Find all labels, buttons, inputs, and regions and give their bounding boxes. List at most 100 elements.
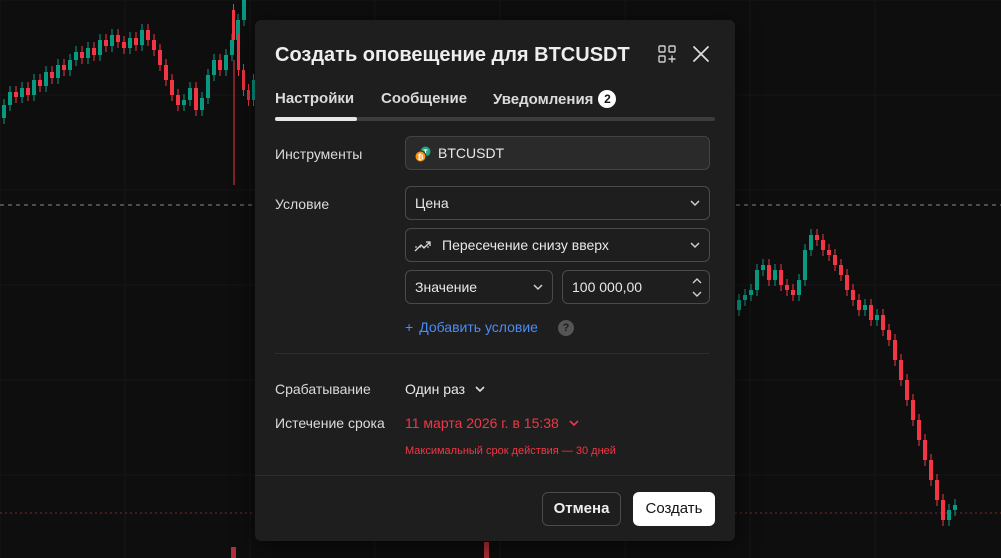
condition-value-type-select[interactable]: Значение: [405, 270, 553, 304]
add-to-layout-icon[interactable]: [655, 42, 679, 66]
dialog-title: Создать оповещение для BTCUSDT: [275, 44, 630, 66]
candle-body: [14, 92, 18, 97]
candle-body: [170, 80, 174, 95]
decrement-icon[interactable]: [691, 289, 703, 299]
condition-value-input[interactable]: 100 000,00: [562, 270, 710, 304]
candle-body: [917, 420, 921, 440]
candle-body: [26, 88, 30, 95]
candle-body: [80, 52, 84, 58]
candle-body: [212, 60, 216, 75]
candle-body: [839, 265, 843, 275]
tab-notifications[interactable]: Уведомления 2: [493, 90, 617, 108]
tab-notifications-label: Уведомления: [493, 91, 594, 108]
candle-body: [923, 440, 927, 460]
add-condition-link[interactable]: + Добавить условие: [405, 319, 538, 335]
bitcoin-tether-pair-icon: ₿: [414, 145, 432, 163]
candle-body: [875, 315, 879, 320]
chevron-down-icon: [533, 284, 543, 291]
candle-body: [857, 300, 861, 310]
candle-body: [62, 65, 66, 70]
candle-body: [827, 250, 831, 255]
candle-body: [749, 290, 753, 295]
candle-body: [32, 80, 36, 95]
candle-body: [785, 285, 789, 290]
condition-label: Условие: [275, 196, 330, 212]
condition-source-select[interactable]: Цена: [405, 186, 710, 220]
candle-body: [182, 100, 186, 105]
candle-body: [104, 40, 108, 46]
candle-body: [8, 92, 12, 105]
increment-icon[interactable]: [691, 276, 703, 286]
candle-body: [773, 270, 777, 280]
trigger-select[interactable]: Один раз: [405, 381, 486, 397]
expiration-select[interactable]: 11 марта 2026 г. в 15:38: [405, 415, 580, 431]
chevron-down-icon: [475, 386, 485, 393]
condition-value: 100 000,00: [572, 279, 643, 295]
candle-body: [158, 50, 162, 65]
tab-message[interactable]: Сообщение: [381, 90, 467, 107]
expiration-warning: Максимальный срок действия — 30 дней: [405, 445, 616, 457]
volume-bar: [484, 542, 489, 558]
chevron-down-icon: [690, 200, 700, 207]
candle-body: [237, 40, 240, 70]
active-tab-indicator: [275, 117, 357, 121]
candle-body: [140, 30, 144, 45]
candle-body: [887, 330, 891, 340]
candle-body: [803, 250, 807, 280]
add-condition-label: Добавить условие: [419, 319, 538, 335]
help-icon[interactable]: ?: [558, 320, 574, 336]
condition-value-type: Значение: [415, 279, 478, 295]
create-alert-dialog: Создать оповещение для BTCUSDT Настройки…: [255, 20, 735, 541]
candle-body: [929, 460, 933, 480]
candle-body: [779, 270, 783, 285]
candle-body: [845, 275, 849, 290]
candle-body: [200, 98, 204, 110]
candle-body: [821, 240, 825, 250]
crossing-up-icon: [414, 237, 432, 255]
candle-body: [188, 88, 192, 100]
candle-body: [247, 90, 250, 100]
close-icon[interactable]: [689, 42, 713, 66]
tab-settings[interactable]: Настройки: [275, 90, 354, 107]
candle-body: [941, 500, 945, 520]
svg-text:₿: ₿: [417, 152, 423, 161]
condition-operator-value: Пересечение снизу вверх: [442, 237, 609, 253]
candle-body: [953, 505, 957, 510]
notifications-count-badge: 2: [598, 90, 617, 108]
candle-body: [242, 0, 246, 20]
trigger-label: Срабатывание: [275, 381, 371, 397]
plus-icon: +: [405, 319, 414, 335]
candle-body: [815, 235, 819, 240]
candle-body: [218, 60, 222, 70]
candle-body: [242, 70, 245, 90]
candle-body: [893, 340, 897, 360]
candle-body: [863, 305, 867, 310]
candle-body: [206, 75, 210, 98]
volume-bar: [231, 547, 236, 558]
candle-body: [146, 30, 150, 40]
candle-body: [74, 52, 78, 60]
expiration-label: Истечение срока: [275, 415, 385, 431]
candle-body: [761, 265, 765, 270]
candle-body: [833, 255, 837, 265]
candle-body: [86, 48, 90, 58]
candle-body: [767, 265, 771, 280]
candle-body: [911, 400, 915, 420]
candle-body: [44, 72, 48, 86]
candle-body: [68, 60, 72, 70]
candle-body: [20, 88, 24, 97]
condition-operator-select[interactable]: Пересечение снизу вверх: [405, 228, 710, 262]
instrument-value: BTCUSDT: [438, 145, 505, 161]
candle-body: [947, 510, 951, 520]
cancel-button[interactable]: Отмена: [542, 492, 621, 526]
candle-body: [194, 88, 198, 110]
candle-body: [869, 305, 873, 320]
create-button[interactable]: Создать: [633, 492, 715, 526]
candle-body: [809, 235, 813, 250]
candle-body: [905, 380, 909, 400]
candle-body: [116, 35, 120, 42]
candle-body: [935, 480, 939, 500]
section-divider: [275, 353, 709, 354]
candle-body: [176, 95, 180, 105]
tab-bar: Настройки Сообщение Уведомления 2: [275, 90, 715, 121]
